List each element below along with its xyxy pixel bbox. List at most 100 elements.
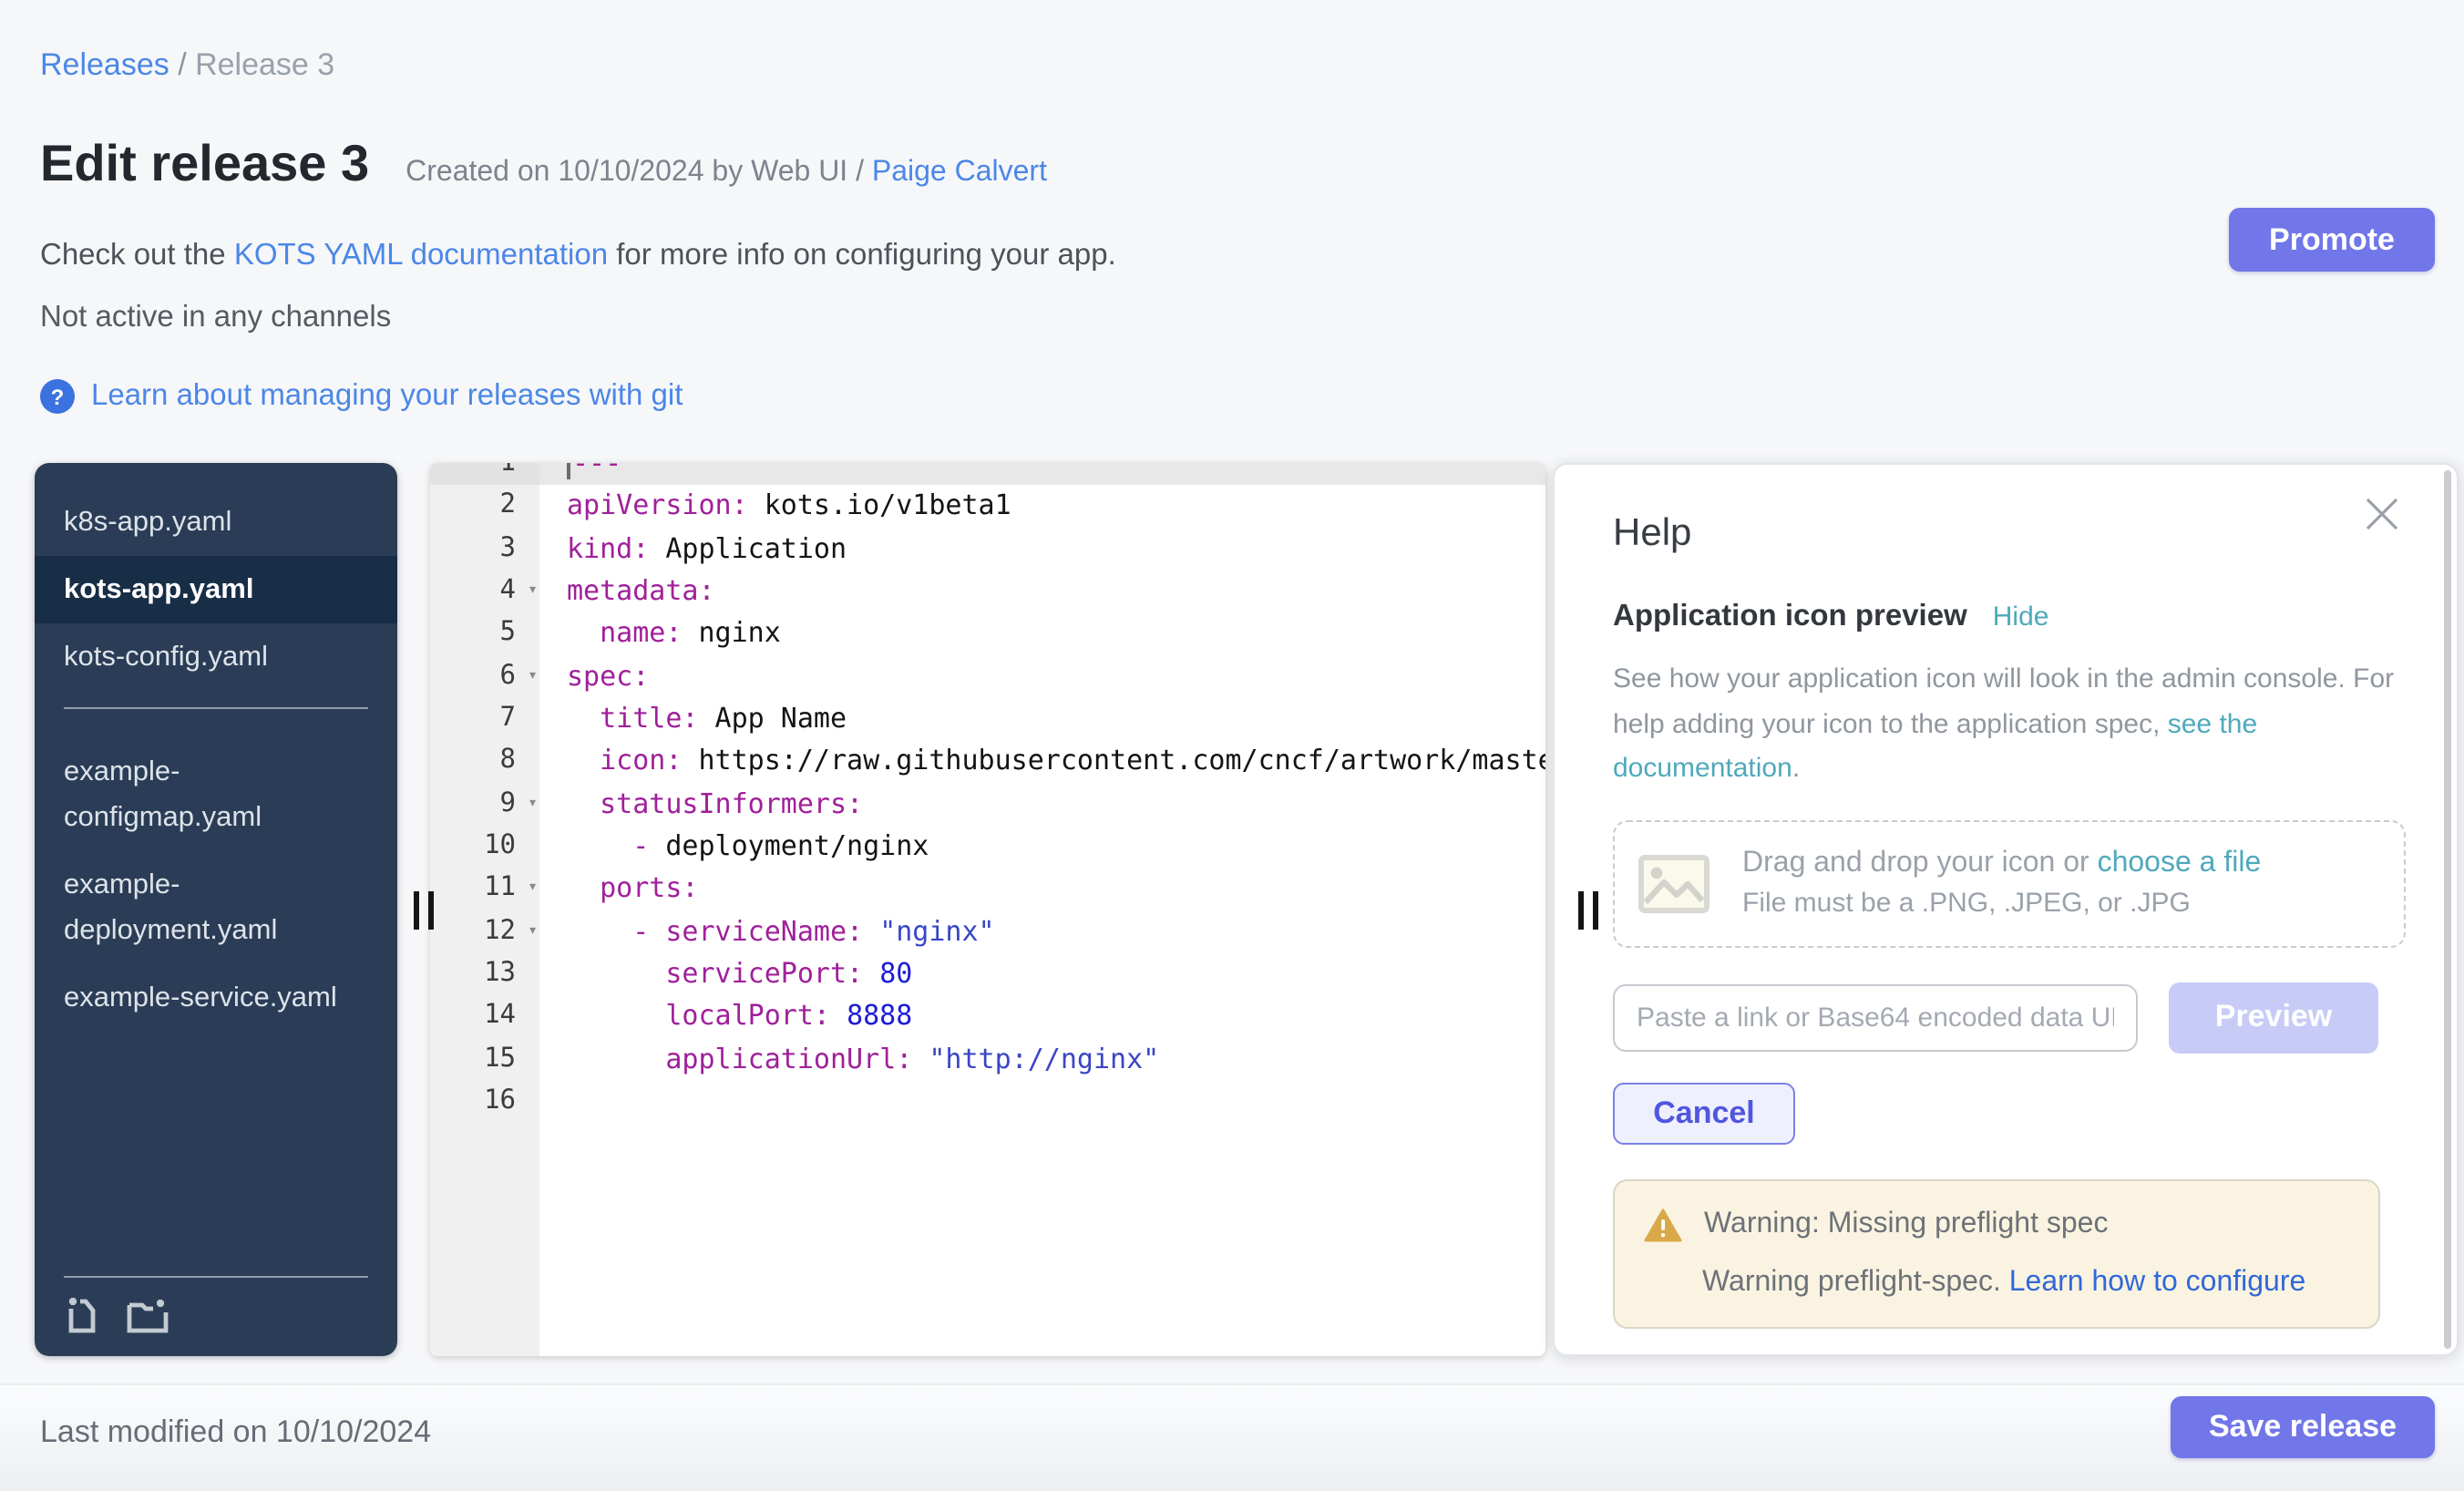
doc-hint: Check out the KOTS YAML documentation fo… xyxy=(40,239,1116,273)
help-panel-resize-handle[interactable] xyxy=(1578,891,1598,930)
close-icon[interactable] xyxy=(2362,494,2402,534)
dropzone-file-types: File must be a .PNG, .JPEG, or .JPG xyxy=(1742,888,2261,919)
code-text[interactable]: icon: https://raw.githubusercontent.com/… xyxy=(539,741,1545,784)
icon-url-input[interactable] xyxy=(1613,983,2138,1051)
code-line-2[interactable]: 2apiVersion: kots.io/v1beta1 xyxy=(430,486,1545,529)
sidebar-bottom-bar xyxy=(35,1258,397,1356)
line-number: 4▾ xyxy=(430,571,539,613)
line-number: 1 xyxy=(430,463,539,486)
code-text[interactable] xyxy=(539,1081,1545,1124)
fold-arrow-icon[interactable]: ▾ xyxy=(528,655,538,698)
yaml-editor[interactable]: 1---2apiVersion: kots.io/v1beta13kind: A… xyxy=(430,463,1545,1356)
code-text[interactable]: ports: xyxy=(539,869,1545,911)
fold-arrow-icon[interactable]: ▾ xyxy=(528,869,538,911)
text-cursor xyxy=(567,463,570,479)
code-text[interactable]: servicePort: 80 xyxy=(539,953,1545,996)
line-number: 16 xyxy=(430,1081,539,1124)
line-number: 3 xyxy=(430,528,539,571)
code-line-4[interactable]: 4▾metadata: xyxy=(430,571,1545,613)
code-line-7[interactable]: 7 title: App Name xyxy=(430,698,1545,741)
code-line-13[interactable]: 13 servicePort: 80 xyxy=(430,953,1545,996)
file-item-example-service.yaml[interactable]: example-service.yaml xyxy=(35,964,397,1032)
line-number: 10 xyxy=(430,826,539,869)
code-text[interactable]: --- xyxy=(539,463,1545,486)
dropzone-text: Drag and drop your icon or choose a file xyxy=(1742,848,2261,880)
help-panel: Help Application icon preview Hide See h… xyxy=(1553,463,2459,1356)
page: Releases / Release 3 Edit release 3 Crea… xyxy=(0,0,2464,1489)
icon-dropzone[interactable]: Drag and drop your icon or choose a file… xyxy=(1613,819,2406,947)
code-line-6[interactable]: 6▾spec: xyxy=(430,655,1545,698)
file-list: k8s-app.yamlkots-app.yamlkots-config.yam… xyxy=(35,463,397,1032)
doc-hint-suffix: for more info on configuring your app. xyxy=(608,239,1116,272)
editor-content: 1---2apiVersion: kots.io/v1beta13kind: A… xyxy=(430,463,1545,1124)
fold-arrow-icon[interactable]: ▾ xyxy=(528,783,538,826)
code-text[interactable]: applicationUrl: "http://nginx" xyxy=(539,1038,1545,1081)
code-line-11[interactable]: 11▾ ports: xyxy=(430,869,1545,911)
code-line-8[interactable]: 8 icon: https://raw.githubusercontent.co… xyxy=(430,741,1545,784)
sidebar-divider xyxy=(64,1276,368,1278)
code-line-10[interactable]: 10 - deployment/nginx xyxy=(430,826,1545,869)
help-panel-scrollbar[interactable] xyxy=(2444,470,2451,1349)
fold-arrow-icon[interactable]: ▾ xyxy=(528,571,538,613)
line-number: 12▾ xyxy=(430,910,539,953)
file-sidebar: k8s-app.yamlkots-app.yamlkots-config.yam… xyxy=(35,463,397,1356)
line-number: 14 xyxy=(430,996,539,1039)
line-number: 2 xyxy=(430,486,539,529)
code-line-5[interactable]: 5 name: nginx xyxy=(430,613,1545,656)
code-line-15[interactable]: 15 applicationUrl: "http://nginx" xyxy=(430,1038,1545,1081)
line-number: 7 xyxy=(430,698,539,741)
file-item-example-deployment.yaml[interactable]: example-deployment.yaml xyxy=(35,851,397,964)
line-number: 5 xyxy=(430,613,539,656)
fold-arrow-icon[interactable]: ▾ xyxy=(528,910,538,953)
git-help-link-text[interactable]: Learn about managing your releases with … xyxy=(91,379,683,414)
code-text[interactable]: statusInformers: xyxy=(539,783,1545,826)
code-line-14[interactable]: 14 localPort: 8888 xyxy=(430,996,1545,1039)
icon-preview-section-title: Application icon preview xyxy=(1613,600,1967,634)
add-folder-icon[interactable] xyxy=(126,1296,171,1334)
channel-status: Not active in any channels xyxy=(40,301,391,335)
promote-button[interactable]: Promote xyxy=(2229,208,2435,272)
breadcrumb-separator: / xyxy=(169,47,195,82)
code-text[interactable]: - deployment/nginx xyxy=(539,826,1545,869)
file-item-example-configmap.yaml[interactable]: example-configmap.yaml xyxy=(35,738,397,851)
file-item-k8s-app.yaml[interactable]: k8s-app.yaml xyxy=(35,488,397,556)
file-item-kots-app.yaml[interactable]: kots-app.yaml xyxy=(35,556,397,623)
code-text[interactable]: apiVersion: kots.io/v1beta1 xyxy=(539,486,1545,529)
help-panel-title: Help xyxy=(1613,512,2457,556)
git-help-link[interactable]: ? Learn about managing your releases wit… xyxy=(40,379,683,414)
doc-hint-prefix: Check out the xyxy=(40,239,234,272)
code-text[interactable]: title: App Name xyxy=(539,698,1545,741)
code-line-16[interactable]: 16 xyxy=(430,1081,1545,1124)
code-text[interactable]: - serviceName: "nginx" xyxy=(539,910,1545,953)
choose-file-link[interactable]: choose a file xyxy=(2098,848,2262,879)
kots-yaml-doc-link[interactable]: KOTS YAML documentation xyxy=(234,239,608,272)
code-line-3[interactable]: 3kind: Application xyxy=(430,528,1545,571)
author-link[interactable]: Paige Calvert xyxy=(872,157,1047,188)
sidebar-resize-handle[interactable] xyxy=(414,891,434,930)
line-number: 8 xyxy=(430,741,539,784)
title-row: Edit release 3 Created on 10/10/2024 by … xyxy=(40,135,1047,193)
code-line-1[interactable]: 1--- xyxy=(430,463,1545,486)
description-text: See how your application icon will look … xyxy=(1613,663,2394,739)
preview-button[interactable]: Preview xyxy=(2169,982,2378,1053)
cancel-button[interactable]: Cancel xyxy=(1613,1082,1795,1144)
file-item-kots-config.yaml[interactable]: kots-config.yaml xyxy=(35,623,397,691)
image-placeholder-icon xyxy=(1638,854,1709,912)
code-text[interactable]: kind: Application xyxy=(539,528,1545,571)
file-list-divider xyxy=(64,707,368,709)
breadcrumb-current: Release 3 xyxy=(195,47,334,82)
learn-configure-link[interactable]: Learn how to configure xyxy=(2009,1266,2306,1297)
code-text[interactable]: localPort: 8888 xyxy=(539,996,1545,1039)
warning-detail: Warning preflight-spec. Learn how to con… xyxy=(1644,1266,2349,1299)
add-file-icon[interactable] xyxy=(64,1296,100,1334)
code-line-12[interactable]: 12▾ - serviceName: "nginx" xyxy=(430,910,1545,953)
code-text[interactable]: spec: xyxy=(539,655,1545,698)
created-text: Created on 10/10/2024 by Web UI / xyxy=(406,157,872,188)
code-line-9[interactable]: 9▾ statusInformers: xyxy=(430,783,1545,826)
line-number: 13 xyxy=(430,953,539,996)
save-release-button[interactable]: Save release xyxy=(2171,1396,2435,1458)
breadcrumb-releases-link[interactable]: Releases xyxy=(40,47,169,82)
code-text[interactable]: metadata: xyxy=(539,571,1545,613)
code-text[interactable]: name: nginx xyxy=(539,613,1545,656)
hide-link[interactable]: Hide xyxy=(1993,602,2049,632)
